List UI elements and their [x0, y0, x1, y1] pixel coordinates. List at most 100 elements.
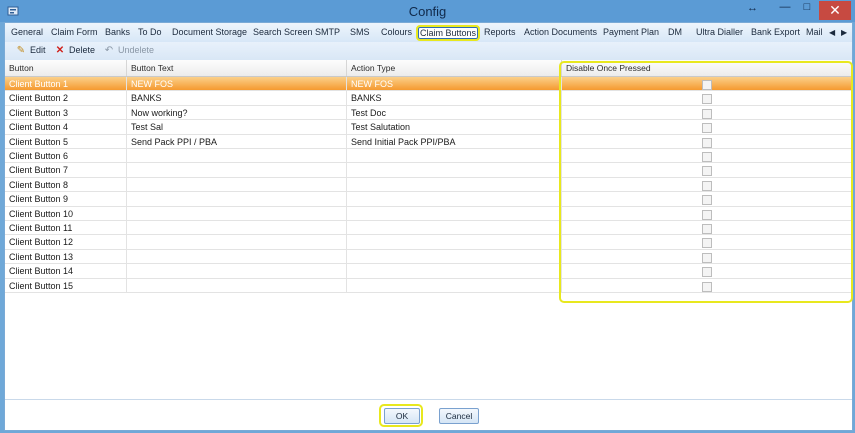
column-header-action-type[interactable]: Action Type — [347, 60, 562, 76]
cell-button[interactable]: Client Button 1 — [5, 77, 127, 91]
cell-action-type[interactable] — [347, 278, 562, 293]
column-header-disable-once-pressed[interactable]: Disable Once Pressed — [562, 60, 852, 76]
cell-button[interactable]: Client Button 13 — [5, 249, 127, 264]
cell-action-type[interactable] — [347, 206, 562, 221]
cell-button[interactable]: Client Button 6 — [5, 149, 127, 163]
table-row[interactable]: Client Button 13 — [5, 249, 852, 265]
cell-action-type[interactable]: BANKS — [347, 91, 562, 106]
column-header-button-text[interactable]: Button Text — [127, 60, 347, 76]
maximize-button[interactable]: □ — [797, 1, 817, 19]
resize-icon[interactable]: ↔ — [747, 2, 758, 14]
cell-button-text[interactable] — [127, 163, 347, 178]
cell-action-type[interactable] — [347, 192, 562, 207]
cell-button-text[interactable]: NEW FOS — [127, 77, 347, 91]
cell-action-type[interactable]: Test Doc — [347, 105, 562, 120]
disable-once-pressed-checkbox[interactable] — [702, 267, 712, 278]
tab-scroll-right-icon[interactable]: ▶ — [841, 28, 847, 37]
cell-button-text[interactable] — [127, 278, 347, 293]
cell-action-type[interactable] — [347, 177, 562, 192]
cell-action-type[interactable]: Test Salutation — [347, 120, 562, 135]
tab-mail[interactable]: Mail — [806, 27, 823, 37]
table-row[interactable]: Client Button 12 — [5, 235, 852, 250]
disable-once-pressed-checkbox[interactable] — [702, 152, 712, 162]
table-row[interactable]: Client Button 15 — [5, 278, 852, 293]
cell-action-type[interactable] — [347, 264, 562, 279]
tab-claim-form[interactable]: Claim Form — [51, 27, 98, 37]
table-row[interactable]: Client Button 2 BANKS BANKS — [5, 91, 852, 106]
disable-once-pressed-checkbox[interactable] — [702, 252, 712, 263]
tab-action-documents[interactable]: Action Documents — [524, 27, 597, 37]
disable-once-pressed-checkbox[interactable] — [702, 108, 712, 119]
cell-button-text[interactable] — [127, 177, 347, 192]
table-row[interactable]: Client Button 8 — [5, 177, 852, 193]
cell-button[interactable]: Client Button 4 — [5, 120, 127, 135]
cell-button[interactable]: Client Button 12 — [5, 235, 127, 250]
tab-payment-plan[interactable]: Payment Plan — [603, 27, 659, 37]
table-row[interactable]: Client Button 6 — [5, 149, 852, 164]
tab-colours[interactable]: Colours — [381, 27, 412, 37]
tab-claim-buttons[interactable]: Claim Buttons — [416, 25, 481, 41]
edit-button[interactable]: ✎ Edit — [15, 45, 46, 56]
cell-button-text[interactable]: Now working? — [127, 105, 347, 120]
cell-button[interactable]: Client Button 5 — [5, 134, 127, 149]
disable-once-pressed-checkbox[interactable] — [702, 137, 712, 148]
cell-button-text[interactable]: BANKS — [127, 91, 347, 106]
cell-button[interactable]: Client Button 11 — [5, 221, 127, 235]
disable-once-pressed-checkbox[interactable] — [702, 209, 712, 220]
cell-button-text[interactable] — [127, 249, 347, 264]
tab-to-do[interactable]: To Do — [138, 27, 162, 37]
table-row[interactable]: Client Button 5 Send Pack PPI / PBA Send I… — [5, 134, 852, 149]
table-row[interactable]: Client Button 11 — [5, 221, 852, 236]
disable-once-pressed-checkbox[interactable] — [702, 166, 712, 177]
cell-button-text[interactable]: Send Pack PPI / PBA — [127, 134, 347, 149]
ok-button[interactable]: OK — [384, 408, 420, 424]
cell-button-text[interactable] — [127, 264, 347, 279]
tab-reports[interactable]: Reports — [484, 27, 516, 37]
cell-button[interactable]: Client Button 9 — [5, 192, 127, 207]
disable-once-pressed-checkbox[interactable] — [702, 238, 712, 249]
column-header-button[interactable]: Button — [5, 60, 127, 76]
cell-button[interactable]: Client Button 10 — [5, 206, 127, 221]
tab-sms[interactable]: SMS — [350, 27, 370, 37]
table-row[interactable]: Client Button 9 — [5, 192, 852, 207]
undelete-button[interactable]: ↶ Undelete — [103, 45, 154, 56]
cell-button-text[interactable] — [127, 192, 347, 207]
tab-bank-export[interactable]: Bank Export — [751, 27, 800, 37]
tab-document-storage[interactable]: Document Storage — [172, 27, 247, 37]
tab-ultra-dialler[interactable]: Ultra Dialler — [696, 27, 743, 37]
cancel-button[interactable]: Cancel — [439, 408, 479, 424]
cell-button-text[interactable] — [127, 206, 347, 221]
cell-button[interactable]: Client Button 3 — [5, 105, 127, 120]
cell-action-type[interactable] — [347, 249, 562, 264]
tab-scroll-left-icon[interactable]: ◀ — [829, 28, 835, 37]
cell-button-text[interactable] — [127, 235, 347, 250]
tab-general[interactable]: General — [11, 27, 43, 37]
table-row[interactable]: Client Button 14 — [5, 264, 852, 279]
disable-once-pressed-checkbox[interactable] — [702, 80, 712, 90]
cell-action-type[interactable] — [347, 235, 562, 250]
disable-once-pressed-checkbox[interactable] — [702, 123, 712, 134]
tab-banks[interactable]: Banks — [105, 27, 130, 37]
cell-button-text[interactable] — [127, 149, 347, 163]
table-row[interactable]: Client Button 4 Test Sal Test Salutation — [5, 120, 852, 135]
cell-button[interactable]: Client Button 7 — [5, 163, 127, 178]
table-row[interactable]: Client Button 3 Now working? Test Doc — [5, 105, 852, 121]
tab-smtp[interactable]: SMTP — [315, 27, 340, 37]
disable-once-pressed-checkbox[interactable] — [702, 281, 712, 292]
disable-once-pressed-checkbox[interactable] — [702, 195, 712, 206]
disable-once-pressed-checkbox[interactable] — [702, 180, 712, 191]
cell-button[interactable]: Client Button 2 — [5, 91, 127, 106]
tab-dm[interactable]: DM — [668, 27, 682, 37]
tab-search-screen[interactable]: Search Screen — [253, 27, 313, 37]
cell-button[interactable]: Client Button 8 — [5, 177, 127, 192]
cell-action-type[interactable] — [347, 149, 562, 163]
disable-once-pressed-checkbox[interactable] — [702, 94, 712, 105]
cell-action-type[interactable] — [347, 163, 562, 178]
cell-button[interactable]: Client Button 15 — [5, 278, 127, 293]
cell-action-type[interactable] — [347, 221, 562, 235]
cell-button-text[interactable]: Test Sal — [127, 120, 347, 135]
table-row[interactable]: Client Button 10 — [5, 206, 852, 221]
cell-button[interactable]: Client Button 14 — [5, 264, 127, 279]
minimize-button[interactable]: — — [775, 1, 795, 19]
delete-button[interactable]: ✕ Delete — [54, 45, 95, 56]
